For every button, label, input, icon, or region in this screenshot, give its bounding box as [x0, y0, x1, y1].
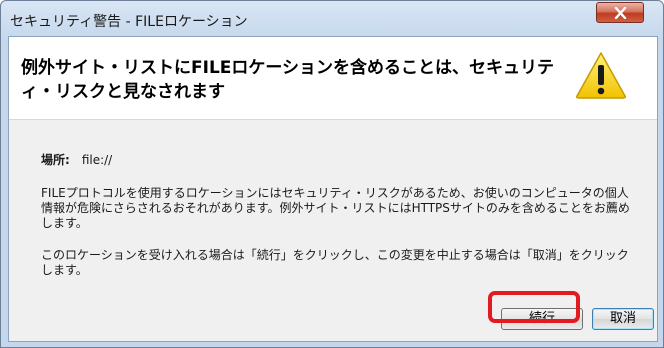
- cancel-button[interactable]: 取消: [592, 308, 654, 330]
- location-label: 場所:: [41, 153, 70, 167]
- close-icon: [614, 7, 627, 19]
- header-message: 例外サイト・リストにFILEロケーションを含めることは、セキュリティ・リスクと見…: [21, 58, 555, 102]
- window-title: セキュリティ警告 - FILEロケーション: [10, 14, 248, 30]
- continue-button-highlight: [488, 291, 580, 323]
- location-value: file://: [81, 153, 113, 167]
- action-instructions: このロケーションを受け入れる場合は「続行」をクリックし、この変更を中止する場合は…: [41, 248, 629, 277]
- close-button[interactable]: [596, 2, 644, 23]
- location-row: 場所: file://: [41, 151, 112, 168]
- dialog-header: 例外サイト・リストにFILEロケーションを含めることは、セキュリティ・リスクと見…: [9, 37, 657, 120]
- title-bar[interactable]: セキュリティ警告 - FILEロケーション: [1, 1, 663, 37]
- security-warning-dialog: セキュリティ警告 - FILEロケーション 例外サイト・リストにFILEロケーシ…: [0, 0, 664, 348]
- warning-icon: [576, 52, 626, 99]
- risk-description: FILEプロトコルを使用するロケーションにはセキュリティ・リスクがあるため、お使…: [41, 186, 630, 230]
